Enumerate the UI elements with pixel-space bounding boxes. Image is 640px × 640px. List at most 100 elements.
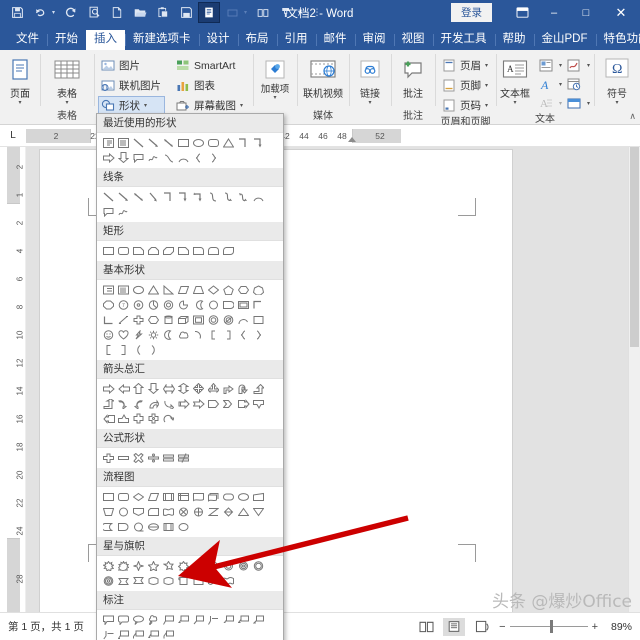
shape-down-ribbon[interactable]: [131, 573, 146, 588]
tab-design[interactable]: 设计: [199, 30, 238, 51]
shapes-caret-icon[interactable]: ▾: [144, 102, 147, 109]
equation-shapes-section[interactable]: [97, 448, 283, 468]
tab-kingsoft-pdf[interactable]: 金山PDF: [534, 30, 596, 51]
shape-line-arrow[interactable]: [116, 189, 131, 204]
shape-wave[interactable]: [206, 573, 221, 588]
table-button[interactable]: 表格 ▾: [44, 54, 90, 106]
shape-explosion-2[interactable]: [116, 558, 131, 573]
shape-plaque[interactable]: [146, 312, 161, 327]
shapes-dropdown-menu[interactable]: 最近使用的形状 线条 矩形: [96, 113, 284, 640]
textbox-button[interactable]: A 文本框 ▾: [500, 54, 530, 106]
tab-mailings[interactable]: 邮件: [316, 30, 355, 51]
zoom-level-label[interactable]: 89%: [604, 621, 632, 633]
flowchart-alternate-process[interactable]: [116, 489, 131, 504]
shape-circle-spiral[interactable]: [221, 312, 236, 327]
shape-bent-arrow[interactable]: [221, 381, 236, 396]
tab-featured[interactable]: 特色功能: [596, 30, 640, 51]
flowchart-stored-data[interactable]: [101, 519, 116, 534]
flowchart-connector[interactable]: [116, 504, 131, 519]
shape-right-bracket[interactable]: [221, 327, 236, 342]
shape-notched-right-arrow[interactable]: [191, 396, 206, 411]
flowchart-direct-access-storage[interactable]: [161, 519, 176, 534]
shape-striped-right-arrow[interactable]: [176, 396, 191, 411]
flowchart-card[interactable]: [146, 504, 161, 519]
shape-down-arrow-callout[interactable]: [251, 396, 266, 411]
flowchart-delay[interactable]: [116, 519, 131, 534]
shape-vertical-scroll[interactable]: [176, 573, 191, 588]
shape-bevel[interactable]: [251, 297, 266, 312]
print-preview-icon[interactable]: [83, 2, 105, 23]
tab-review[interactable]: 审阅: [355, 30, 394, 51]
quick-parts-icon[interactable]: [536, 57, 556, 74]
screenshot-caret-icon[interactable]: ▾: [240, 102, 243, 109]
shape-10-point-star[interactable]: 10: [206, 558, 221, 573]
flowchart-internal-storage[interactable]: [176, 489, 191, 504]
callout-cloud[interactable]: [146, 612, 161, 627]
shape-8-point-star[interactable]: [191, 558, 206, 573]
shape-multiply[interactable]: [131, 450, 146, 465]
flowchart-document[interactable]: [191, 489, 206, 504]
open-folder-icon[interactable]: [129, 2, 151, 23]
flowchart-display[interactable]: [176, 519, 191, 534]
tab-developer[interactable]: 开发工具: [433, 30, 495, 51]
shape-line[interactable]: [101, 189, 116, 204]
footer-caret-icon[interactable]: ▾: [485, 82, 488, 89]
shape-heptagon[interactable]: [251, 282, 266, 297]
shape-vertical-textbox[interactable]: [116, 135, 131, 150]
minimize-button[interactable]: –: [538, 0, 570, 25]
web-layout-view-button[interactable]: [471, 618, 493, 636]
shape-bent-up-arrow[interactable]: [101, 396, 116, 411]
flowchart-or[interactable]: [191, 504, 206, 519]
shape-elbow-connector[interactable]: [236, 135, 251, 150]
shape-cloud[interactable]: [176, 327, 191, 342]
tab-stop-selector[interactable]: L: [0, 125, 26, 146]
flowchart-merge[interactable]: [251, 504, 266, 519]
shape-curved-left-arrow[interactable]: [131, 396, 146, 411]
chart-button[interactable]: 图表: [173, 76, 247, 95]
rectangles-section[interactable]: [97, 241, 283, 261]
callouts-section[interactable]: [97, 610, 283, 640]
read-mode-icon[interactable]: [198, 2, 220, 23]
shape-trapezoid[interactable]: [191, 282, 206, 297]
shape-arc-2[interactable]: [191, 327, 206, 342]
shape-equal[interactable]: [161, 450, 176, 465]
quick-access-toolbar[interactable]: ▾ ▾ ▾ ⋮: [0, 2, 328, 23]
shape-16-point-star[interactable]: [236, 558, 251, 573]
shape-quad-arrow[interactable]: [191, 381, 206, 396]
signin-button[interactable]: 登录: [451, 3, 492, 22]
shape-left-bracket-wide[interactable]: [101, 342, 116, 357]
save-as-icon[interactable]: [175, 2, 197, 23]
flowchart-sequential-access-storage[interactable]: [131, 519, 146, 534]
shape-curved-right-arrow[interactable]: [116, 396, 131, 411]
comment-button[interactable]: 批注: [395, 54, 431, 100]
callout-line-4[interactable]: [116, 627, 131, 640]
shape-down-arrow[interactable]: [146, 381, 161, 396]
shape-rectangle[interactable]: [176, 135, 191, 150]
shape-smiley-face[interactable]: [101, 327, 116, 342]
tab-home[interactable]: 开始: [47, 30, 86, 51]
shape-u-turn-arrow[interactable]: [236, 381, 251, 396]
shape-donut[interactable]: [101, 312, 116, 327]
shape-right-bracket-wide[interactable]: [116, 342, 131, 357]
shape-elbow-arrow-connector[interactable]: [176, 189, 191, 204]
shape-up-ribbon[interactable]: [116, 573, 131, 588]
shape-curved-connector[interactable]: [206, 189, 221, 204]
shape-curve[interactable]: [161, 150, 176, 165]
callout-rounded-rectangular[interactable]: [116, 612, 131, 627]
tab-insert[interactable]: 插入: [86, 30, 125, 51]
flowchart-terminator[interactable]: [221, 489, 236, 504]
collapse-ribbon-button[interactable]: ∧: [629, 111, 636, 122]
tab-layout[interactable]: 布局: [238, 30, 277, 51]
shape-oval[interactable]: [131, 282, 146, 297]
shape-elbow-double-arrow-connector[interactable]: [191, 189, 206, 204]
callout-line-6[interactable]: [146, 627, 161, 640]
shape-rounded-rectangle[interactable]: [116, 243, 131, 258]
flowchart-data[interactable]: [146, 489, 161, 504]
shape-chevron[interactable]: [221, 396, 236, 411]
shape-snip-single-corner-rectangle[interactable]: [131, 243, 146, 258]
page-number-button[interactable]: 页码 ▾: [439, 96, 492, 115]
callout-rectangular[interactable]: [101, 612, 116, 627]
flowchart-summing-junction[interactable]: [176, 504, 191, 519]
flowchart-preparation[interactable]: [236, 489, 251, 504]
flowchart-manual-operation[interactable]: [101, 504, 116, 519]
